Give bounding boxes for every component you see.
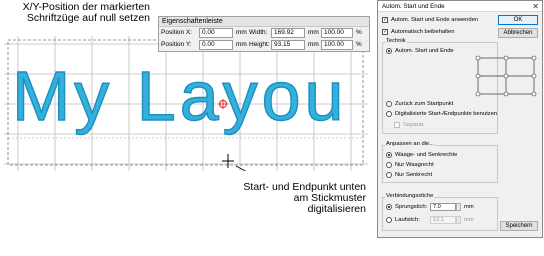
close-icon[interactable]: ✕ <box>532 1 539 12</box>
sprungstich-unit: mm <box>464 204 474 210</box>
radio-digitized-points-label: Digitalisierte Start-/Endpunkte benutzen <box>395 111 498 117</box>
scale-y-input[interactable]: 100.00 <box>321 40 353 50</box>
radio-sprungstich[interactable] <box>386 204 392 210</box>
pos-x-input[interactable]: 0.00 <box>199 28 233 38</box>
dialog-titlebar: Autom. Start und Ende ✕ <box>378 1 542 12</box>
callout-start-end: Start- und Endpunkt unten am Stickmuster… <box>243 181 366 215</box>
stitch-text: My Layou <box>12 57 347 135</box>
width-unit: mm <box>308 29 319 36</box>
radio-auto-start-end-label: Autom. Start und Ende <box>395 48 454 54</box>
ok-button[interactable]: OK <box>498 15 538 25</box>
radio-back-to-start-label: Zurück zum Startpunkt <box>395 101 454 107</box>
auto-apply-checkbox[interactable]: ✓ <box>382 17 388 23</box>
save-button[interactable]: Speichern <box>500 221 538 231</box>
separat-checkbox[interactable] <box>394 122 400 128</box>
start-end-point-icon <box>222 154 234 168</box>
pos-y-label: Position Y: <box>161 41 192 48</box>
sprungstich-input[interactable]: 7.0 <box>430 203 456 211</box>
callout-xy-position: X/Y-Position der markierten Schriftzüge … <box>22 1 150 24</box>
sprungstich-spinner[interactable] <box>456 203 461 211</box>
height-unit: mm <box>308 41 319 48</box>
scale-y-percent: % <box>356 41 362 48</box>
technik-label: Technik <box>385 38 407 44</box>
radio-digitized-points[interactable] <box>386 111 392 117</box>
laufstich-input[interactable]: 12.1 <box>430 216 456 224</box>
radio-nur-waagrecht[interactable] <box>386 162 392 168</box>
laufstich-spinner[interactable] <box>456 216 461 224</box>
auto-apply-label: Autom. Start und Ende anwenden <box>391 17 479 23</box>
radio-nur-waagrecht-label: Nur Waagrecht <box>395 162 434 168</box>
properties-bar: Eigenschaftenleiste Position X: 0.00 mm … <box>158 16 370 52</box>
radio-auto-start-end[interactable] <box>386 48 392 54</box>
leader-line-bottom <box>235 165 247 171</box>
properties-bar-title: Eigenschaftenleiste <box>159 17 369 27</box>
pos-x-label: Position X: <box>161 29 193 36</box>
width-label: Width: <box>249 29 268 36</box>
height-input[interactable]: 93.15 <box>271 40 305 50</box>
position-grid-widget[interactable] <box>475 55 537 97</box>
design-canvas[interactable]: My Layou <box>4 36 368 171</box>
radio-sprungstich-label: Sprungstich: <box>395 204 428 210</box>
width-input[interactable]: 169.92 <box>271 28 305 38</box>
radio-back-to-start[interactable] <box>386 101 392 107</box>
height-label: Height: <box>249 41 270 48</box>
cancel-button[interactable]: Abbrechen <box>498 28 538 38</box>
auto-keep-checkbox[interactable]: ✓ <box>382 29 388 35</box>
radio-waage-senkrecht-label: Waage- und Senkrechte <box>395 152 458 158</box>
canvas-graphics: My Layou <box>4 36 368 171</box>
radio-nur-senkrecht[interactable] <box>386 172 392 178</box>
anpassen-label: Anpassen an die... <box>385 141 436 147</box>
dialog-title: Autom. Start und Ende <box>382 3 445 10</box>
radio-laufstich[interactable] <box>386 217 392 223</box>
radio-nur-senkrecht-label: Nur Senkrecht <box>395 172 433 178</box>
scale-x-input[interactable]: 100.00 <box>321 28 353 38</box>
pos-y-unit: mm <box>236 41 247 48</box>
pos-x-unit: mm <box>236 29 247 36</box>
auto-start-end-dialog: Autom. Start und Ende ✕ ✓ Autom. Start u… <box>377 0 543 238</box>
radio-laufstich-label: Laufstich: <box>395 217 420 223</box>
auto-keep-label: Automatisch beibehalten <box>391 29 455 35</box>
pos-y-input[interactable]: 0.00 <box>199 40 233 50</box>
separat-label: Separat <box>403 122 424 128</box>
verbindung-label: Verbindungsstiche <box>385 193 435 199</box>
scale-x-percent: % <box>356 29 362 36</box>
laufstich-unit: mm <box>464 217 474 223</box>
radio-waage-senkrecht[interactable] <box>386 152 392 158</box>
